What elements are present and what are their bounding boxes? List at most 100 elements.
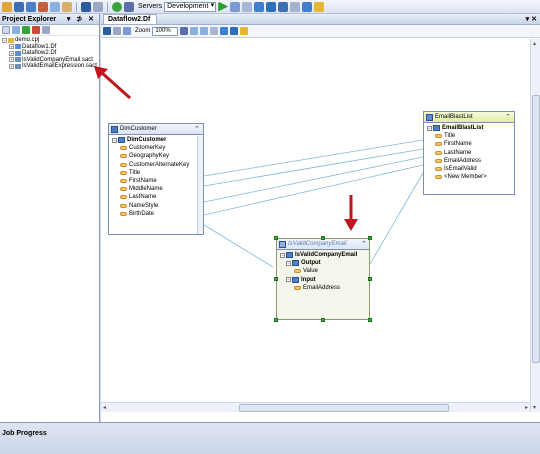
isvalidcompanyemail-action[interactable]: IsValidCompanyEmail ⌃ − IsValidCompanyEma… xyxy=(276,238,370,320)
font-icon[interactable] xyxy=(124,1,134,12)
zoom-out-icon[interactable] xyxy=(200,27,209,35)
open-folder-icon[interactable] xyxy=(2,1,12,12)
dimcustomer-source[interactable]: DimCustomer ⌃ − DimCustomer CustomerKey G… xyxy=(108,123,204,235)
selection-handle[interactable] xyxy=(368,277,372,281)
zoom-in-icon[interactable] xyxy=(190,27,199,35)
layout-icon[interactable] xyxy=(254,1,265,12)
save-all-icon[interactable] xyxy=(26,1,36,12)
redo-icon[interactable] xyxy=(113,27,121,35)
copy-icon[interactable] xyxy=(50,1,60,12)
column-row[interactable]: FirstName xyxy=(427,140,514,148)
selection-handle[interactable] xyxy=(274,236,278,240)
pan-icon[interactable] xyxy=(210,27,219,35)
undo-icon[interactable] xyxy=(103,27,111,35)
selection-handle[interactable] xyxy=(321,236,325,240)
column-name: EmailAddress xyxy=(303,284,341,291)
column-row[interactable]: IsEmailValid xyxy=(427,165,514,173)
save-icon[interactable] xyxy=(14,1,24,12)
column-row[interactable]: EmailAddress xyxy=(286,284,369,292)
selection-handle[interactable] xyxy=(321,318,325,322)
grid-icon[interactable] xyxy=(266,1,277,12)
collapse-icon[interactable]: − xyxy=(286,260,291,266)
scroll-down-icon[interactable]: ▾ xyxy=(533,404,536,411)
new-item-icon[interactable] xyxy=(2,26,10,34)
undo-icon[interactable] xyxy=(81,1,91,12)
column-row[interactable]: LastName xyxy=(112,193,203,201)
cut-icon[interactable] xyxy=(38,1,48,12)
selection-handle[interactable] xyxy=(368,236,372,240)
stop-icon[interactable] xyxy=(242,1,253,12)
collapse-icon[interactable]: − xyxy=(2,37,7,43)
scroll-left-icon[interactable]: ◂ xyxy=(103,404,106,411)
collapse-icon[interactable]: − xyxy=(280,252,285,258)
table-row[interactable]: − IsValidCompanyEmail xyxy=(280,251,369,259)
debug-icon[interactable] xyxy=(230,1,241,12)
redo-icon[interactable] xyxy=(93,1,103,12)
expand-icon[interactable]: + xyxy=(9,50,14,56)
vertical-scroll-thumb[interactable] xyxy=(532,95,540,363)
run-icon[interactable] xyxy=(218,1,229,12)
close-document-icon[interactable]: ▾ ✕ xyxy=(526,14,540,24)
fit-icon[interactable] xyxy=(123,27,131,35)
tab-dataflow2[interactable]: Dataflow2.Df xyxy=(103,14,158,24)
dimcustomer-scrollbar[interactable] xyxy=(197,136,203,234)
collapse-icon[interactable]: − xyxy=(427,125,432,131)
properties-item-icon[interactable] xyxy=(42,26,50,34)
help-icon[interactable] xyxy=(314,1,325,12)
horizontal-scroll-thumb[interactable] xyxy=(239,404,449,412)
column-row[interactable]: NameStyle xyxy=(112,202,203,210)
column-row[interactable]: MiddleName xyxy=(112,185,203,193)
tree-item[interactable]: + IsValidEmailExpression.sact xyxy=(9,63,99,70)
validate-icon[interactable] xyxy=(112,1,122,12)
table-row[interactable]: − EmailBlastList xyxy=(427,124,514,132)
expand-icon[interactable]: + xyxy=(9,63,14,69)
vertical-scrollbar[interactable]: ▴ ▾ xyxy=(530,39,540,412)
column-row[interactable]: BirthDate xyxy=(112,210,203,218)
column-row[interactable]: <New Member> xyxy=(427,173,514,181)
horizontal-scrollbar[interactable]: ◂ ▸ xyxy=(101,402,530,412)
print-icon[interactable] xyxy=(180,27,189,35)
selection-handle[interactable] xyxy=(274,277,278,281)
collapse-icon[interactable]: ⌃ xyxy=(360,240,366,248)
column-row[interactable]: CustomerKey xyxy=(112,144,203,152)
collapse-icon[interactable]: ⌃ xyxy=(505,113,511,121)
selection-handle[interactable] xyxy=(274,318,278,322)
refresh-icon[interactable] xyxy=(22,26,30,34)
properties-icon[interactable] xyxy=(278,1,289,12)
isvalidcompanyemail-header[interactable]: IsValidCompanyEmail ⌃ xyxy=(277,239,369,250)
design-canvas[interactable]: DimCustomer ⌃ − DimCustomer CustomerKey G… xyxy=(101,39,530,412)
note-icon[interactable] xyxy=(240,27,249,35)
column-row[interactable]: Title xyxy=(427,132,514,140)
column-row[interactable]: Value xyxy=(286,267,369,275)
delete-icon[interactable] xyxy=(32,26,40,34)
emailblastlist-header[interactable]: EmailBlastList ⌃ xyxy=(424,112,514,123)
arrange-icon[interactable] xyxy=(302,1,313,12)
layout-icon[interactable] xyxy=(220,27,229,35)
column-row[interactable]: FirstName xyxy=(112,177,203,185)
copy-item-icon[interactable] xyxy=(12,26,20,34)
table-row[interactable]: − DimCustomer xyxy=(112,136,203,144)
spell-icon[interactable] xyxy=(290,1,301,12)
output-row[interactable]: − Output xyxy=(286,259,369,267)
input-row[interactable]: − Input xyxy=(286,276,369,284)
emailblastlist-target[interactable]: EmailBlastList ⌃ − EmailBlastList Title F… xyxy=(423,111,515,195)
column-row[interactable]: EmailAddress xyxy=(427,157,514,165)
scroll-right-icon[interactable]: ▸ xyxy=(525,404,528,411)
collapse-icon[interactable]: ⌃ xyxy=(194,125,200,133)
column-row[interactable]: Title xyxy=(112,169,203,177)
connector-icon[interactable] xyxy=(230,27,239,35)
zoom-select[interactable]: 100% xyxy=(152,26,179,36)
expand-icon[interactable]: + xyxy=(9,57,14,63)
column-row[interactable]: CustomerAlternateKey xyxy=(112,161,203,169)
collapse-icon[interactable]: − xyxy=(112,137,117,143)
expand-icon[interactable]: + xyxy=(9,44,14,50)
column-row[interactable]: LastName xyxy=(427,149,514,157)
server-select[interactable]: Development xyxy=(164,1,217,12)
panel-controls[interactable]: ▾ ⊅ ✕ xyxy=(67,14,96,24)
column-row[interactable]: GeographyKey xyxy=(112,152,203,160)
collapse-icon[interactable]: − xyxy=(286,277,291,283)
selection-handle[interactable] xyxy=(368,318,372,322)
paste-icon[interactable] xyxy=(62,1,72,12)
scroll-up-icon[interactable]: ▴ xyxy=(533,40,536,47)
dimcustomer-header[interactable]: DimCustomer ⌃ xyxy=(109,124,203,135)
